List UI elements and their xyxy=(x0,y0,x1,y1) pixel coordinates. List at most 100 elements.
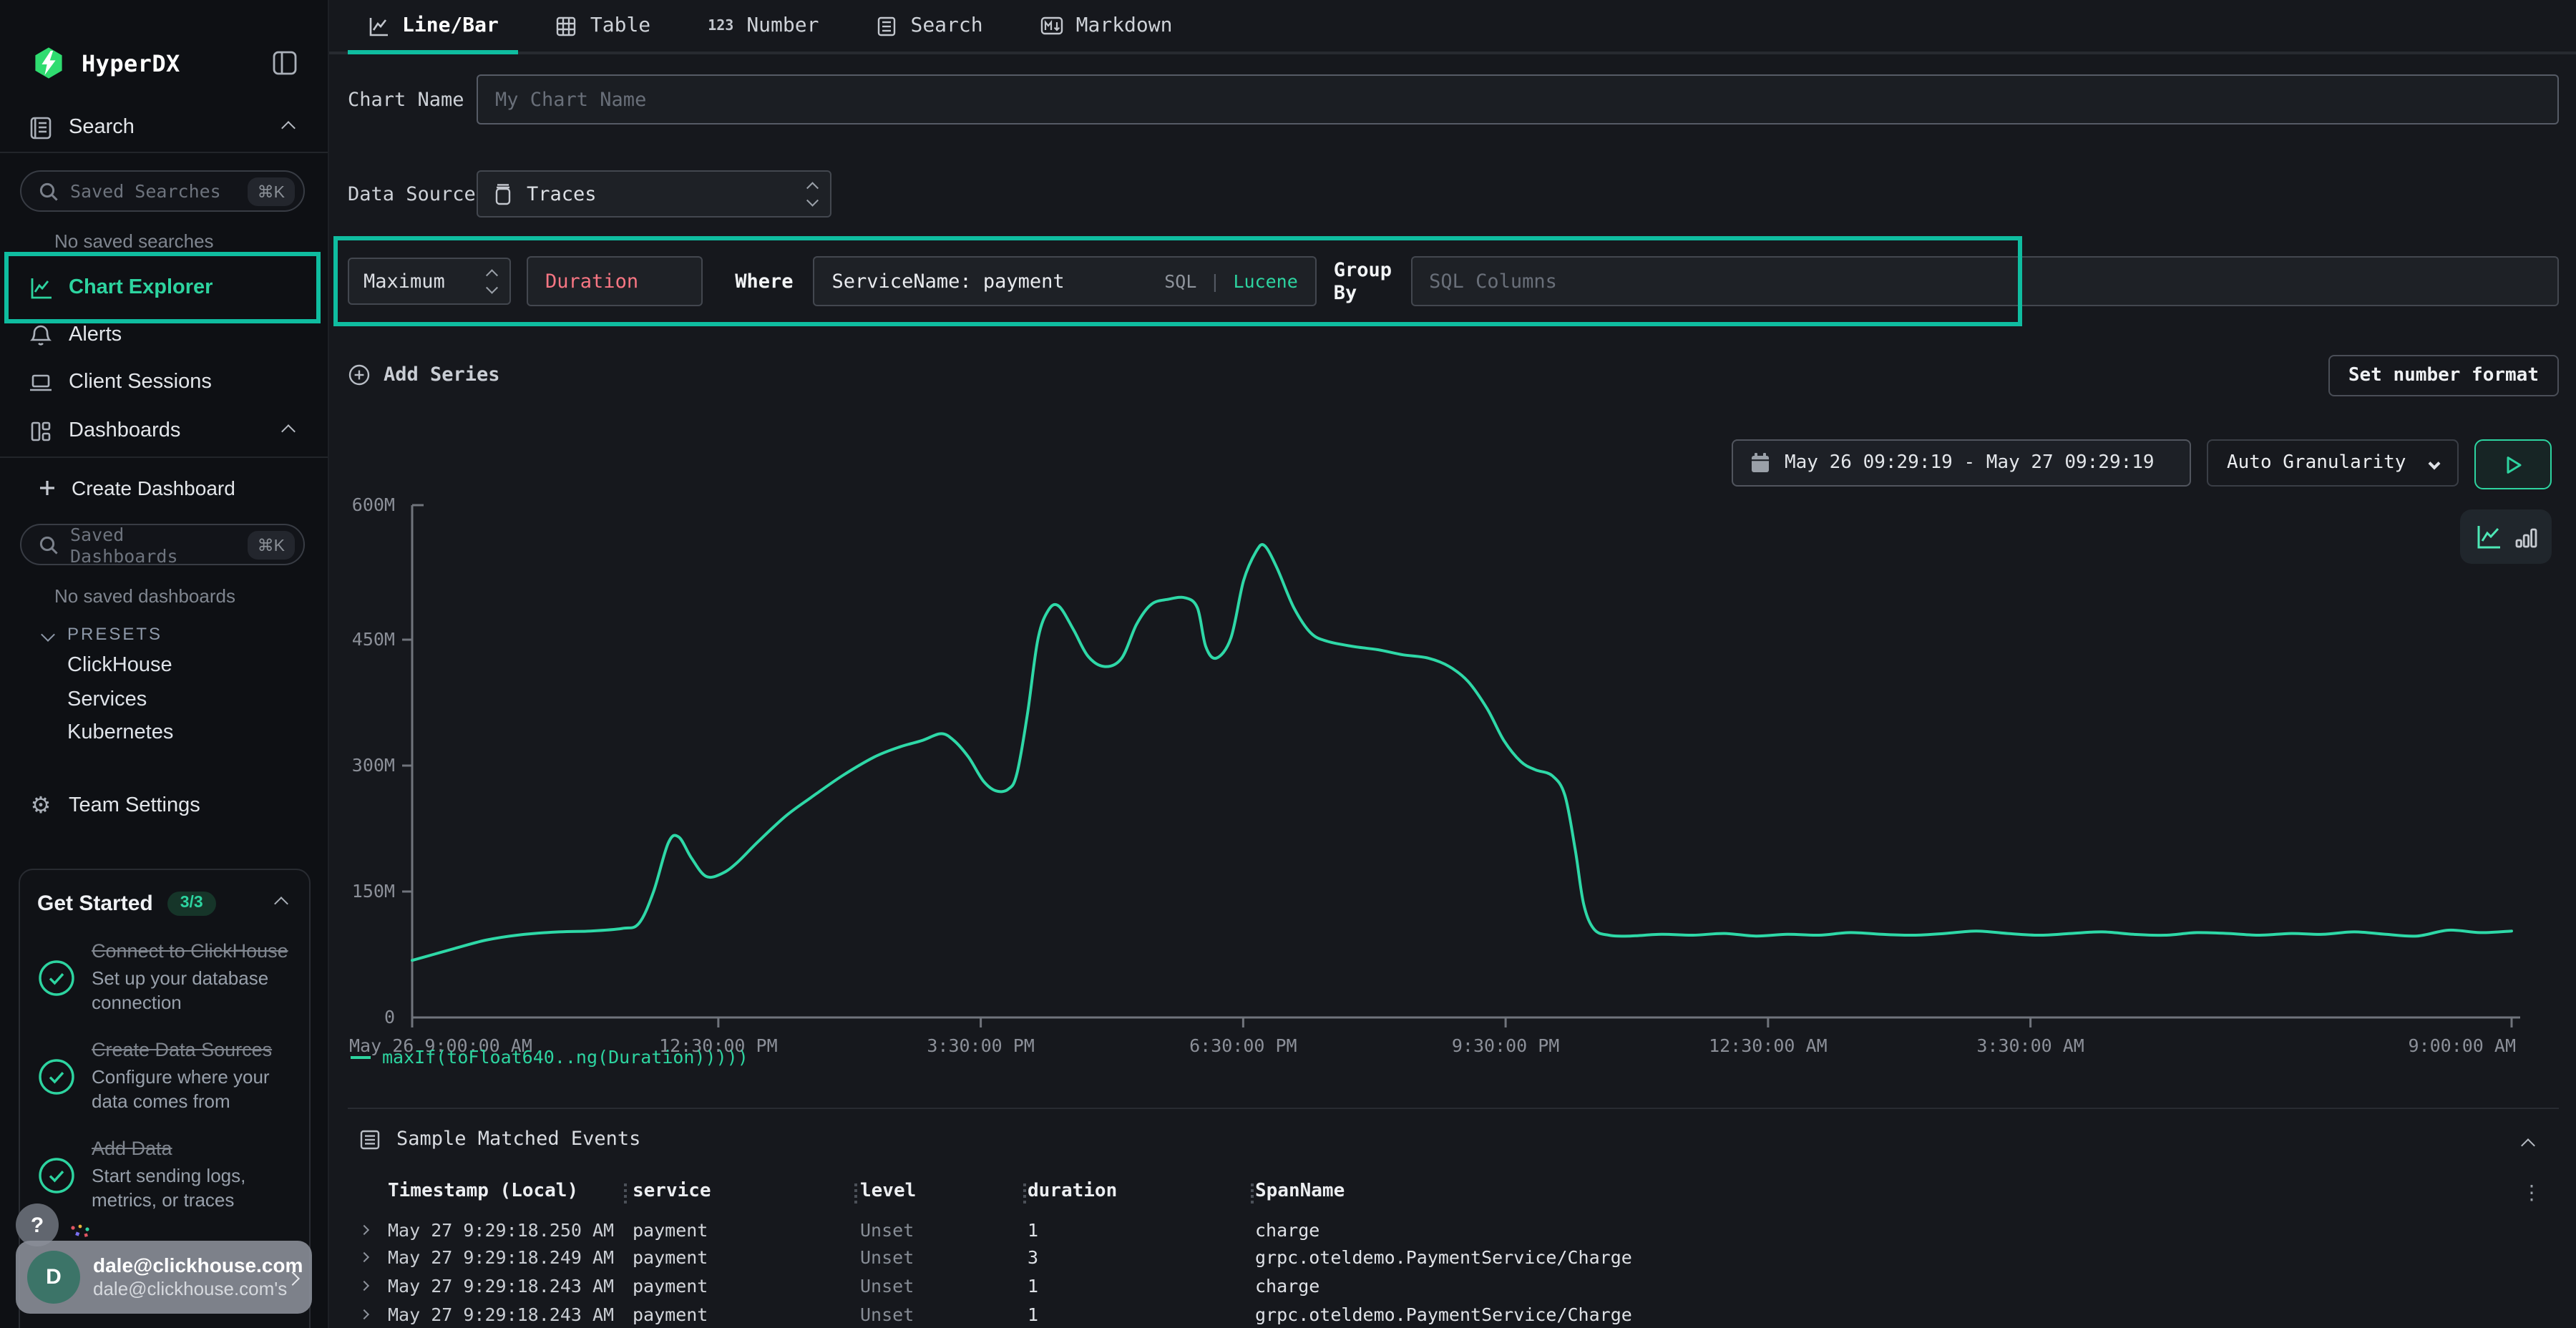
events-header[interactable]: Sample Matched Events xyxy=(348,1123,2559,1157)
col-service[interactable]: service xyxy=(624,1181,854,1202)
col-level[interactable]: level xyxy=(854,1181,1023,1202)
create-dashboard-button[interactable]: Create Dashboard xyxy=(0,471,328,505)
main-panel: Line/Bar Table 123 Number Search xyxy=(329,0,2576,1328)
markdown-icon xyxy=(1040,16,1063,36)
run-query-button[interactable] xyxy=(2474,440,2552,490)
sidebar-item-client-sessions[interactable]: Client Sessions xyxy=(0,363,328,401)
chevron-up-icon[interactable] xyxy=(2523,1133,2533,1158)
col-timestamp[interactable]: Timestamp (Local) xyxy=(388,1181,624,1202)
chart-legend[interactable]: maxIf(toFloat640..ng(Duration))))) xyxy=(351,1047,748,1068)
date-range-input[interactable]: May 26 09:29:19 - May 27 09:29:19 xyxy=(1732,440,2191,487)
table-row[interactable]: May 27 9:29:18.249 AM payment Unset 3 gr… xyxy=(348,1244,2559,1271)
sidebar-item-dashboards[interactable]: Dashboards xyxy=(0,412,328,449)
cell-timestamp: May 27 9:29:18.249 AM xyxy=(388,1247,624,1269)
search-icon xyxy=(39,179,59,203)
database-icon xyxy=(492,182,514,207)
line-chart-icon xyxy=(368,15,389,36)
no-saved-dashboards-text: No saved dashboards xyxy=(0,585,328,607)
svg-text:9:30:00 PM: 9:30:00 PM xyxy=(1452,1036,1560,1057)
tab-markdown[interactable]: Markdown xyxy=(1020,0,1193,52)
sidebar-item-team-settings[interactable]: ⚙ Team Settings xyxy=(0,787,328,824)
avatar: D xyxy=(27,1251,80,1304)
field-input[interactable]: Duration xyxy=(527,257,702,307)
date-range-value: May 26 09:29:19 - May 27 09:29:19 xyxy=(1785,453,2155,474)
sql-toggle[interactable]: SQL xyxy=(1164,271,1196,293)
saved-searches-input[interactable]: Saved Searches ⌘K xyxy=(20,170,305,212)
no-saved-searches-text: No saved searches xyxy=(0,230,328,252)
time-series-chart[interactable]: 0150M300M450M600MMay 26 9:00:00 AM12:30:… xyxy=(348,440,2559,1098)
preset-item-kubernetes[interactable]: Kubernetes xyxy=(0,721,328,744)
get-started-header[interactable]: Get Started 3/3 xyxy=(37,890,292,916)
presets-header[interactable]: PRESETS xyxy=(0,621,328,647)
sidebar-item-chart-explorer[interactable]: Chart Explorer xyxy=(0,269,328,306)
collapse-sidebar-icon[interactable] xyxy=(272,50,298,76)
expand-row-icon[interactable] xyxy=(348,1310,388,1317)
group-by-label: Group By xyxy=(1334,259,1392,305)
tab-label: Number xyxy=(746,14,819,37)
chevron-up-icon[interactable] xyxy=(276,890,286,916)
saved-dashboards-input[interactable]: Saved Dashboards ⌘K xyxy=(20,524,305,565)
sidebar-section-search[interactable]: Search xyxy=(0,109,328,146)
cell-service: payment xyxy=(624,1275,854,1297)
preset-item-services[interactable]: Services xyxy=(0,688,328,711)
chart-display-toggle xyxy=(2460,510,2552,565)
aggregation-select[interactable]: Maximum xyxy=(348,258,511,306)
tab-number[interactable]: 123 Number xyxy=(688,0,839,52)
where-input[interactable]: ServiceName: payment SQL | Lucene xyxy=(814,257,1317,307)
checklist-item-add-data[interactable]: Add Data Start sending logs, metrics, or… xyxy=(37,1138,292,1213)
chart-name-input[interactable] xyxy=(477,75,2559,125)
cell-duration: 1 xyxy=(1023,1303,1251,1324)
lucene-toggle[interactable]: Lucene xyxy=(1233,271,1297,293)
brand-name: HyperDX xyxy=(82,49,180,77)
chevron-down-icon xyxy=(2429,457,2441,469)
svg-text:9:00:00 AM: 9:00:00 AM xyxy=(2408,1036,2516,1057)
expand-row-icon[interactable] xyxy=(348,1226,388,1233)
add-series-button[interactable]: Add Series xyxy=(348,364,500,387)
tab-line-bar[interactable]: Line/Bar xyxy=(348,0,519,52)
app-window: HyperDX Search Saved Searches ⌘K No save… xyxy=(0,0,2576,1328)
presets-label: PRESETS xyxy=(67,624,162,644)
tab-search[interactable]: Search xyxy=(856,0,1002,52)
line-chart-toggle-icon[interactable] xyxy=(2474,523,2502,552)
set-number-format-button[interactable]: Set number format xyxy=(2328,355,2559,396)
tab-table[interactable]: Table xyxy=(536,0,670,52)
cell-level: Unset xyxy=(854,1275,1023,1297)
gear-icon: ⚙ xyxy=(29,794,53,818)
progress-badge: 3/3 xyxy=(167,891,216,915)
toggle-divider: | xyxy=(1209,271,1220,293)
plus-icon xyxy=(39,476,56,500)
col-duration[interactable]: duration xyxy=(1023,1181,1251,1202)
tab-label: Markdown xyxy=(1076,14,1173,37)
cell-level: Unset xyxy=(854,1247,1023,1269)
checklist-item-data-sources[interactable]: Create Data Sources Configure where your… xyxy=(37,1039,292,1113)
bar-chart-toggle-icon[interactable] xyxy=(2514,525,2538,550)
col-spanname[interactable]: SpanName xyxy=(1251,1181,2559,1202)
svg-text:150M: 150M xyxy=(352,882,395,902)
chevron-up-icon[interactable] xyxy=(283,114,293,140)
cell-service: payment xyxy=(624,1303,854,1324)
check-circle-icon xyxy=(37,1057,76,1095)
preset-item-clickhouse[interactable]: ClickHouse xyxy=(0,654,328,677)
cell-level: Unset xyxy=(854,1303,1023,1324)
group-by-input[interactable] xyxy=(1410,257,2559,307)
number-123-icon: 123 xyxy=(708,18,733,34)
user-account-chip[interactable]: D dale@clickhouse.com dale@clickhouse.co… xyxy=(16,1241,312,1314)
expand-row-icon[interactable] xyxy=(348,1254,388,1261)
events-column-header: Timestamp (Local) service level duration… xyxy=(348,1177,2559,1206)
sidebar-item-alerts[interactable]: Alerts xyxy=(0,316,328,353)
help-button[interactable]: ? xyxy=(16,1204,59,1246)
chevron-up-icon[interactable] xyxy=(283,418,293,444)
checklist-item-connect[interactable]: Connect to ClickHouse Set up your databa… xyxy=(37,940,292,1015)
add-series-label: Add Series xyxy=(384,364,500,387)
query-language-toggle: SQL | Lucene xyxy=(1164,271,1298,293)
where-value: ServiceName: payment xyxy=(832,270,1165,293)
brand-row: HyperDX xyxy=(0,43,328,83)
legend-line-swatch xyxy=(351,1056,371,1059)
table-row[interactable]: May 27 9:29:18.243 AM payment Unset 1 ch… xyxy=(348,1271,2559,1299)
granularity-select[interactable]: Auto Granularity xyxy=(2207,440,2459,487)
table-row[interactable]: May 27 9:29:18.243 AM payment Unset 1 gr… xyxy=(348,1300,2559,1328)
table-row[interactable]: May 27 9:29:18.250 AM payment Unset 1 ch… xyxy=(348,1216,2559,1244)
data-source-select[interactable]: Traces xyxy=(477,171,831,218)
list-icon xyxy=(358,1128,382,1152)
expand-row-icon[interactable] xyxy=(348,1282,388,1289)
